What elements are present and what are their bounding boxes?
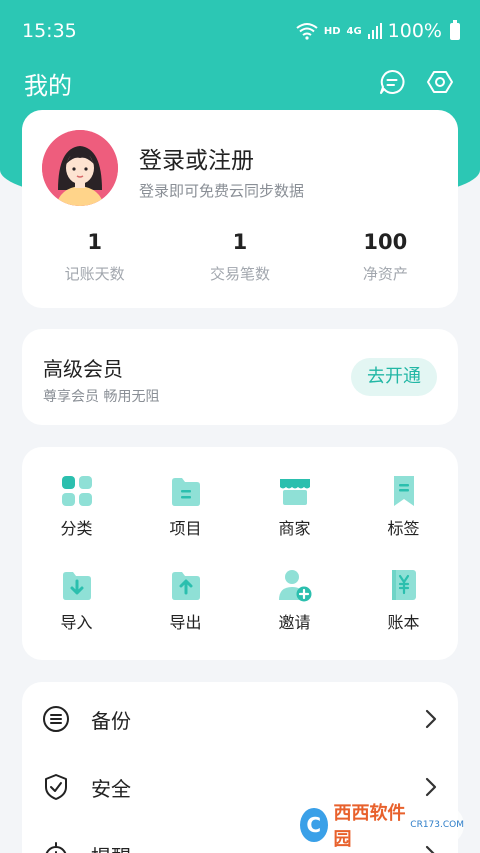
- list-label: 提醒: [91, 841, 131, 853]
- vip-subtitle: 尊享会员 畅用无阻: [43, 389, 160, 405]
- battery-percent: 100%: [387, 20, 442, 42]
- login-subtitle: 登录即可免费云同步数据: [139, 182, 305, 200]
- backup-icon: [43, 706, 69, 732]
- ledger-icon: [391, 570, 416, 600]
- avatar[interactable]: [42, 130, 118, 206]
- grid-item-export[interactable]: 导出: [131, 567, 240, 633]
- settings-icon[interactable]: [426, 68, 454, 96]
- reminder-icon: [45, 842, 67, 853]
- grid-item-category[interactable]: 分类: [22, 473, 131, 539]
- watermark-text: 西西软件园: [333, 803, 406, 850]
- wifi-icon: [296, 23, 318, 40]
- feature-grid: 分类 项目 商家 标签 导入 导出 邀请 账本: [22, 473, 458, 633]
- feature-grid-card: 分类 项目 商家 标签 导入 导出 邀请 账本: [22, 447, 458, 660]
- project-icon: [171, 478, 200, 506]
- grid-label: 邀请: [278, 613, 311, 632]
- hd-indicator: HD: [323, 25, 341, 37]
- stat-value: 1: [232, 230, 248, 254]
- vip-title: 高级会员: [43, 357, 123, 381]
- grid-label: 账本: [387, 613, 420, 632]
- stat-label: 记账天数: [64, 265, 125, 283]
- status-indicators: HD 4G 100%: [296, 19, 460, 42]
- grid-label: 标签: [387, 519, 420, 538]
- stat-transaction-count: 1 交易笔数: [167, 230, 312, 284]
- import-icon: [62, 572, 91, 600]
- activate-vip-button[interactable]: 去开通: [351, 358, 437, 396]
- grid-item-tag[interactable]: 标签: [349, 473, 458, 539]
- category-icon: [61, 476, 92, 506]
- grid-label: 商家: [278, 519, 311, 538]
- page-header: 我的: [0, 62, 480, 102]
- list-label: 安全: [91, 777, 131, 801]
- chevron-right-icon: [425, 845, 435, 853]
- message-icon[interactable]: [378, 68, 406, 96]
- security-icon: [45, 774, 67, 800]
- grid-label: 导出: [169, 613, 202, 632]
- vip-card[interactable]: 高级会员 尊享会员 畅用无阻 去开通: [22, 329, 458, 425]
- merchant-icon: [279, 479, 310, 505]
- network-type: 4G: [346, 25, 362, 37]
- grid-item-import[interactable]: 导入: [22, 567, 131, 633]
- tag-icon: [393, 476, 414, 506]
- stat-value: 100: [363, 230, 408, 254]
- stat-label: 净资产: [362, 265, 408, 283]
- grid-item-project[interactable]: 项目: [131, 473, 240, 539]
- profile-card[interactable]: 登录或注册 登录即可免费云同步数据 1 记账天数 1 交易笔数 100 净资产: [22, 110, 458, 308]
- grid-label: 分类: [60, 519, 93, 538]
- battery-icon: [450, 19, 460, 40]
- grid-label: 导入: [60, 613, 93, 632]
- list-label: 备份: [91, 709, 131, 733]
- watermark-url: CR173.COM: [410, 820, 464, 830]
- export-icon: [171, 572, 200, 600]
- status-time: 15:35: [22, 20, 77, 42]
- chevron-right-icon: [425, 777, 437, 797]
- status-bar: 15:35 HD 4G 100%: [0, 0, 480, 62]
- grid-item-merchant[interactable]: 商家: [240, 473, 349, 539]
- stats-row: 1 记账天数 1 交易笔数 100 净资产: [22, 230, 458, 284]
- watermark: C 西西软件园 CR173.COM: [294, 803, 464, 850]
- list-item-backup[interactable]: 备份: [22, 684, 458, 752]
- avatar-illustration: [42, 130, 118, 206]
- grid-item-invite[interactable]: 邀请: [240, 567, 349, 633]
- grid-label: 项目: [169, 519, 202, 538]
- login-register-link[interactable]: 登录或注册: [139, 141, 254, 175]
- watermark-logo-icon: C: [300, 808, 328, 842]
- chevron-right-icon: [425, 709, 437, 729]
- stat-value: 1: [87, 230, 102, 254]
- stat-label: 交易笔数: [209, 265, 270, 283]
- grid-item-ledger[interactable]: 账本: [349, 567, 458, 633]
- stat-net-assets: 100 净资产: [313, 230, 458, 284]
- invite-icon: [278, 570, 311, 602]
- page-title: 我的: [24, 72, 72, 100]
- signal-icon: [367, 23, 382, 39]
- stat-bookkeeping-days: 1 记账天数: [22, 230, 167, 284]
